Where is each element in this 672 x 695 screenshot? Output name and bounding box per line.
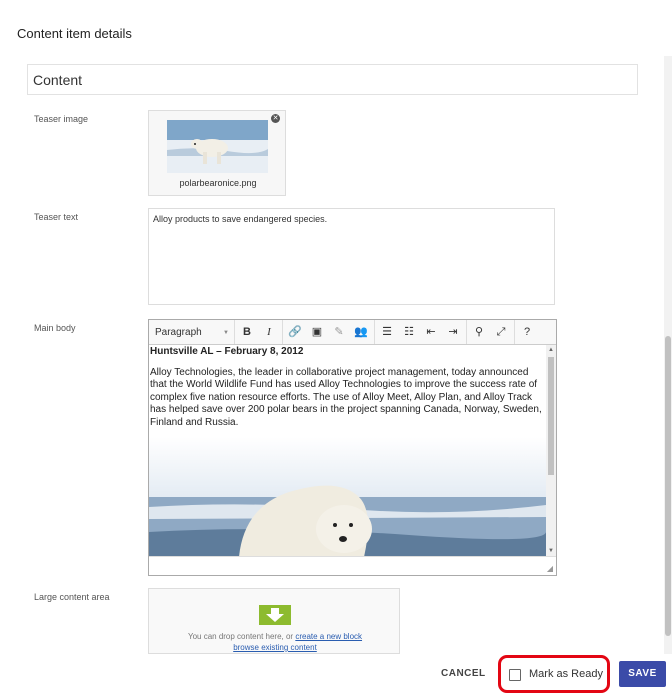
article-paragraph: Alloy Technologies, the leader in collab… xyxy=(150,366,542,428)
teaser-image-filename: polarbearonice.png xyxy=(179,178,257,188)
editor-scrollbar[interactable]: ▲ ▼ xyxy=(546,345,556,556)
format-select-value: Paragraph xyxy=(155,327,202,338)
cancel-button[interactable]: CANCEL xyxy=(441,668,486,679)
mark-as-ready-label[interactable]: Mark as Ready xyxy=(529,668,603,680)
content-item-dialog: Content item details Content Teaser imag… xyxy=(0,0,672,695)
dialog-scrollbar[interactable] xyxy=(664,56,672,654)
resize-handle-icon[interactable]: ◢ xyxy=(547,564,553,573)
large-content-area-label: Large content area xyxy=(34,592,110,602)
mark-as-ready-highlight: Mark as Ready xyxy=(498,655,610,693)
bold-button[interactable]: B xyxy=(238,323,256,341)
teaser-image-thumbnail xyxy=(167,120,268,173)
browse-existing-content-link[interactable]: browse existing content xyxy=(233,643,317,652)
outdent-icon[interactable]: ⇤ xyxy=(422,323,440,341)
image-icon[interactable]: ▣ xyxy=(308,323,326,341)
numbered-list-icon[interactable]: ☷ xyxy=(400,323,418,341)
create-new-block-link[interactable]: create a new block xyxy=(295,632,362,641)
italic-button[interactable]: I xyxy=(260,323,278,341)
dialog-scroll-thumb[interactable] xyxy=(665,336,671,636)
editor-statusbar: ◢ xyxy=(149,556,556,575)
toolbar-divider xyxy=(514,320,515,344)
scroll-down-icon[interactable]: ▼ xyxy=(546,546,556,556)
large-content-area-dropzone[interactable]: You can drop content here, or create a n… xyxy=(148,588,400,654)
mark-as-ready-checkbox[interactable] xyxy=(509,669,521,681)
editor-scroll-thumb[interactable] xyxy=(548,357,554,475)
fullscreen-icon[interactable]: ⤢ xyxy=(492,323,510,341)
main-body-label: Main body xyxy=(34,323,76,333)
dialog-footer: CANCEL Mark as Ready SAVE xyxy=(0,654,672,695)
personalize-icon[interactable]: 👥 xyxy=(352,323,370,341)
editor-toolbar: Paragraph ▼ B I 🔗 ▣ ✎ 👥 ☰ ☷ ⇤ ⇥ ⚲ ⤢ ? xyxy=(149,320,556,345)
chevron-down-icon: ▼ xyxy=(223,330,229,336)
link-icon[interactable]: 🔗 xyxy=(286,323,304,341)
section-header-content[interactable]: Content xyxy=(27,64,638,95)
toolbar-divider xyxy=(466,320,467,344)
find-icon[interactable]: ⚲ xyxy=(470,323,488,341)
edit-icon[interactable]: ✎ xyxy=(330,323,348,341)
polar-bear-image xyxy=(149,437,546,556)
toolbar-divider xyxy=(282,320,283,344)
teaser-text-label: Teaser text xyxy=(34,212,79,222)
indent-icon[interactable]: ⇥ xyxy=(444,323,462,341)
drop-arrow-icon xyxy=(259,605,291,625)
teaser-image-label: Teaser image xyxy=(34,114,89,124)
drop-instructions: You can drop content here, or create a n… xyxy=(149,631,401,653)
save-button[interactable]: SAVE xyxy=(619,661,666,687)
dialog-title: Content item details xyxy=(17,26,132,41)
article-headline: Huntsville AL – February 8, 2012 xyxy=(150,346,304,357)
bulleted-list-icon[interactable]: ☰ xyxy=(378,323,396,341)
drop-text: You can drop content here, or xyxy=(187,632,294,641)
scroll-up-icon[interactable]: ▲ xyxy=(546,345,556,355)
teaser-image-picker[interactable]: ✕ polarbearonice.png xyxy=(148,110,286,196)
dialog-scroll-area: Content Teaser image ✕ polarbearonice.pn… xyxy=(0,56,672,654)
editor-content[interactable]: Huntsville AL – February 8, 2012 Alloy T… xyxy=(149,345,546,556)
remove-image-icon[interactable]: ✕ xyxy=(271,114,280,123)
teaser-text-field[interactable]: Alloy products to save endangered specie… xyxy=(148,208,555,305)
toolbar-divider xyxy=(374,320,375,344)
main-body-editor[interactable]: Paragraph ▼ B I 🔗 ▣ ✎ 👥 ☰ ☷ ⇤ ⇥ ⚲ ⤢ ? Hu… xyxy=(148,319,557,576)
help-icon[interactable]: ? xyxy=(518,323,536,341)
format-select[interactable]: Paragraph ▼ xyxy=(149,320,235,344)
